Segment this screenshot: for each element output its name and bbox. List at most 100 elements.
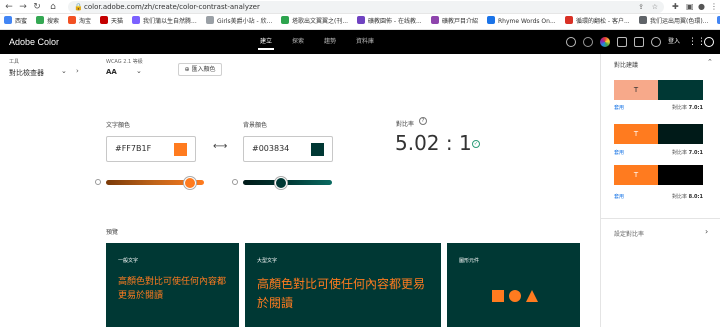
suggestion-ratio: 對比率 8.0:1 <box>672 193 703 200</box>
sidebar-icon[interactable]: ▣ <box>686 1 694 13</box>
bg-color-slider-handle[interactable] <box>275 176 288 189</box>
login-link[interactable]: 登入 <box>668 30 680 54</box>
bookmark-label: 天猫 <box>111 18 124 25</box>
bookmarks-bar: 西蜜 搜索 淘宝 天猫 我们蒲以生自然腾... Girls美爵小站 - 欣... 塔歌出文翼… <box>0 14 720 30</box>
extensions-icon[interactable]: ✚ <box>672 1 679 13</box>
bookmark-item[interactable]: 淘宝 <box>68 16 91 28</box>
bookmark-favicon-icon <box>431 16 439 24</box>
bookmark-label: 搜索 <box>47 18 60 25</box>
bookmark-item[interactable]: 西蜜 <box>4 16 27 28</box>
bookmark-label: 礦教戸目介紹 <box>442 18 479 25</box>
bookmark-favicon-icon <box>357 16 365 24</box>
apply-link[interactable]: 套用 <box>614 193 624 200</box>
bookmark-item[interactable]: 循環的翻松 - 客户... <box>565 16 630 28</box>
card-label: 大型文字 <box>257 258 278 264</box>
image-icon[interactable] <box>634 37 644 47</box>
suggestion-swatch-3[interactable]: T <box>614 165 703 185</box>
panel-collapse-icon[interactable]: › <box>76 67 79 75</box>
contrast-label: 對比率 <box>396 121 415 128</box>
tool-chevron-down-icon[interactable]: ⌄ <box>61 67 67 75</box>
set-ratio-link[interactable]: 設定對比率 <box>614 229 644 238</box>
import-label: 匯入顏色 <box>191 66 216 73</box>
bookmark-item[interactable]: 搜索 <box>36 16 59 28</box>
bg-color-field[interactable]: #003834 <box>243 136 333 162</box>
ratio-value: 7.0:1 <box>688 150 703 156</box>
nav-create[interactable]: 建立 <box>257 30 275 54</box>
user-avatar-icon[interactable] <box>704 37 714 47</box>
bookmark-item[interactable]: 礦教戸目介紹 <box>431 16 478 28</box>
nav-explore[interactable]: 探索 <box>292 30 304 54</box>
bookmark-favicon-icon <box>639 16 647 24</box>
bookmark-label: Girls美爵小站 - 欣... <box>217 18 273 25</box>
circle-icon <box>509 290 521 302</box>
bg-color-swatch[interactable] <box>311 143 324 156</box>
square-icon <box>492 290 504 302</box>
suggestion-bg-color <box>658 124 703 144</box>
ratio-value: 7.0:1 <box>688 105 703 111</box>
info-icon[interactable]: ? <box>419 117 427 125</box>
bookmark-star-icon[interactable]: ☆ <box>652 1 658 13</box>
suggestion-ratio: 對比率 7.0:1 <box>672 149 703 156</box>
logo[interactable]: Adobe Color <box>9 30 59 54</box>
bookmark-favicon-icon <box>281 16 289 24</box>
menu-icon[interactable]: ⋮ <box>710 1 718 13</box>
suggestion-text-color: T <box>614 124 658 144</box>
tool-select[interactable]: 對比檢查器 <box>9 68 44 78</box>
bg-color-hex[interactable]: #003834 <box>252 137 289 161</box>
back-icon[interactable]: ← <box>4 1 14 13</box>
bookmark-item[interactable]: Rhyme Words On... <box>487 16 556 28</box>
url-text: color.adobe.com/zh/create/color-contrast… <box>84 3 260 11</box>
settings-icon[interactable] <box>566 37 576 47</box>
bg-slider-mode-radio[interactable] <box>232 179 238 185</box>
suggestion-bg-color <box>658 165 703 185</box>
bookmark-item[interactable]: 我们蒲以生自然腾... <box>132 16 197 28</box>
library-icon[interactable] <box>617 37 627 47</box>
card-label: 一般文字 <box>118 258 139 264</box>
chevron-right-icon[interactable]: › <box>705 227 708 236</box>
reload-icon[interactable]: ↻ <box>32 1 42 13</box>
suggestion-swatch-1[interactable]: T <box>614 80 703 100</box>
bookmark-item[interactable]: 我们运出用翼(色環)... <box>639 16 708 28</box>
bookmark-item[interactable]: 礦教園佈 - 在线教... <box>357 16 422 28</box>
chevron-up-icon[interactable]: ⌃ <box>707 58 713 66</box>
wcag-chevron-down-icon[interactable]: ⌄ <box>136 67 142 75</box>
text-color-field[interactable]: #FF7B1F <box>106 136 196 162</box>
bookmark-item[interactable]: 塔歌出文翼翼之(刊... <box>281 16 348 28</box>
bg-color-label: 背景顏色 <box>243 122 268 129</box>
import-colors-button[interactable]: ⊕ 匯入顏色 <box>178 63 222 76</box>
theme-icon[interactable] <box>583 37 593 47</box>
contrast-ratio-value: 5.02 : 1 <box>395 131 472 155</box>
text-color-hex[interactable]: #FF7B1F <box>115 137 151 161</box>
bookmark-favicon-icon <box>206 16 214 24</box>
bg-color-slider[interactable] <box>243 180 332 185</box>
bookmark-item[interactable]: 天猫 <box>100 16 123 28</box>
bookmark-label: 我们蒲以生自然腾... <box>143 18 197 25</box>
profile-icon[interactable]: ● <box>698 1 705 13</box>
bookmark-favicon-icon <box>4 16 12 24</box>
home-icon[interactable]: ⌂ <box>48 1 58 13</box>
color-wheel-icon[interactable] <box>600 37 610 47</box>
bookmark-item[interactable]: Girls美爵小站 - 欣... <box>206 16 272 28</box>
bookmark-favicon-icon <box>565 16 573 24</box>
suggestion-swatch-2[interactable]: T <box>614 124 703 144</box>
help-icon[interactable] <box>651 37 661 47</box>
card-sample-text: 高顏色對比可使任何內容都更易於閱讀 <box>257 277 426 310</box>
nav-trends[interactable]: 趨勢 <box>324 30 336 54</box>
preview-card-large-text: 大型文字 高顏色對比可使任何內容都更易於閱讀 <box>245 243 441 327</box>
wcag-select[interactable]: AA <box>106 68 117 76</box>
text-slider-mode-radio[interactable] <box>95 179 101 185</box>
ratio-label: 對比率 <box>672 194 688 200</box>
suggestion-bg-color <box>658 80 703 100</box>
share-icon[interactable]: ⇪ <box>638 1 644 13</box>
text-color-slider-handle[interactable] <box>184 176 197 189</box>
apply-link[interactable]: 套用 <box>614 149 624 156</box>
swap-icon[interactable]: ⟷ <box>213 141 227 152</box>
nav-library[interactable]: 資料庫 <box>356 30 374 54</box>
bookmark-favicon-icon <box>132 16 140 24</box>
apply-link[interactable]: 套用 <box>614 104 624 111</box>
forward-icon[interactable]: → <box>18 1 28 13</box>
address-bar[interactable]: 🔒 color.adobe.com/zh/create/color-contra… <box>68 1 664 13</box>
bookmark-label: 淘宝 <box>79 18 92 25</box>
import-icon: ⊕ <box>184 66 190 73</box>
text-color-swatch[interactable] <box>174 143 187 156</box>
